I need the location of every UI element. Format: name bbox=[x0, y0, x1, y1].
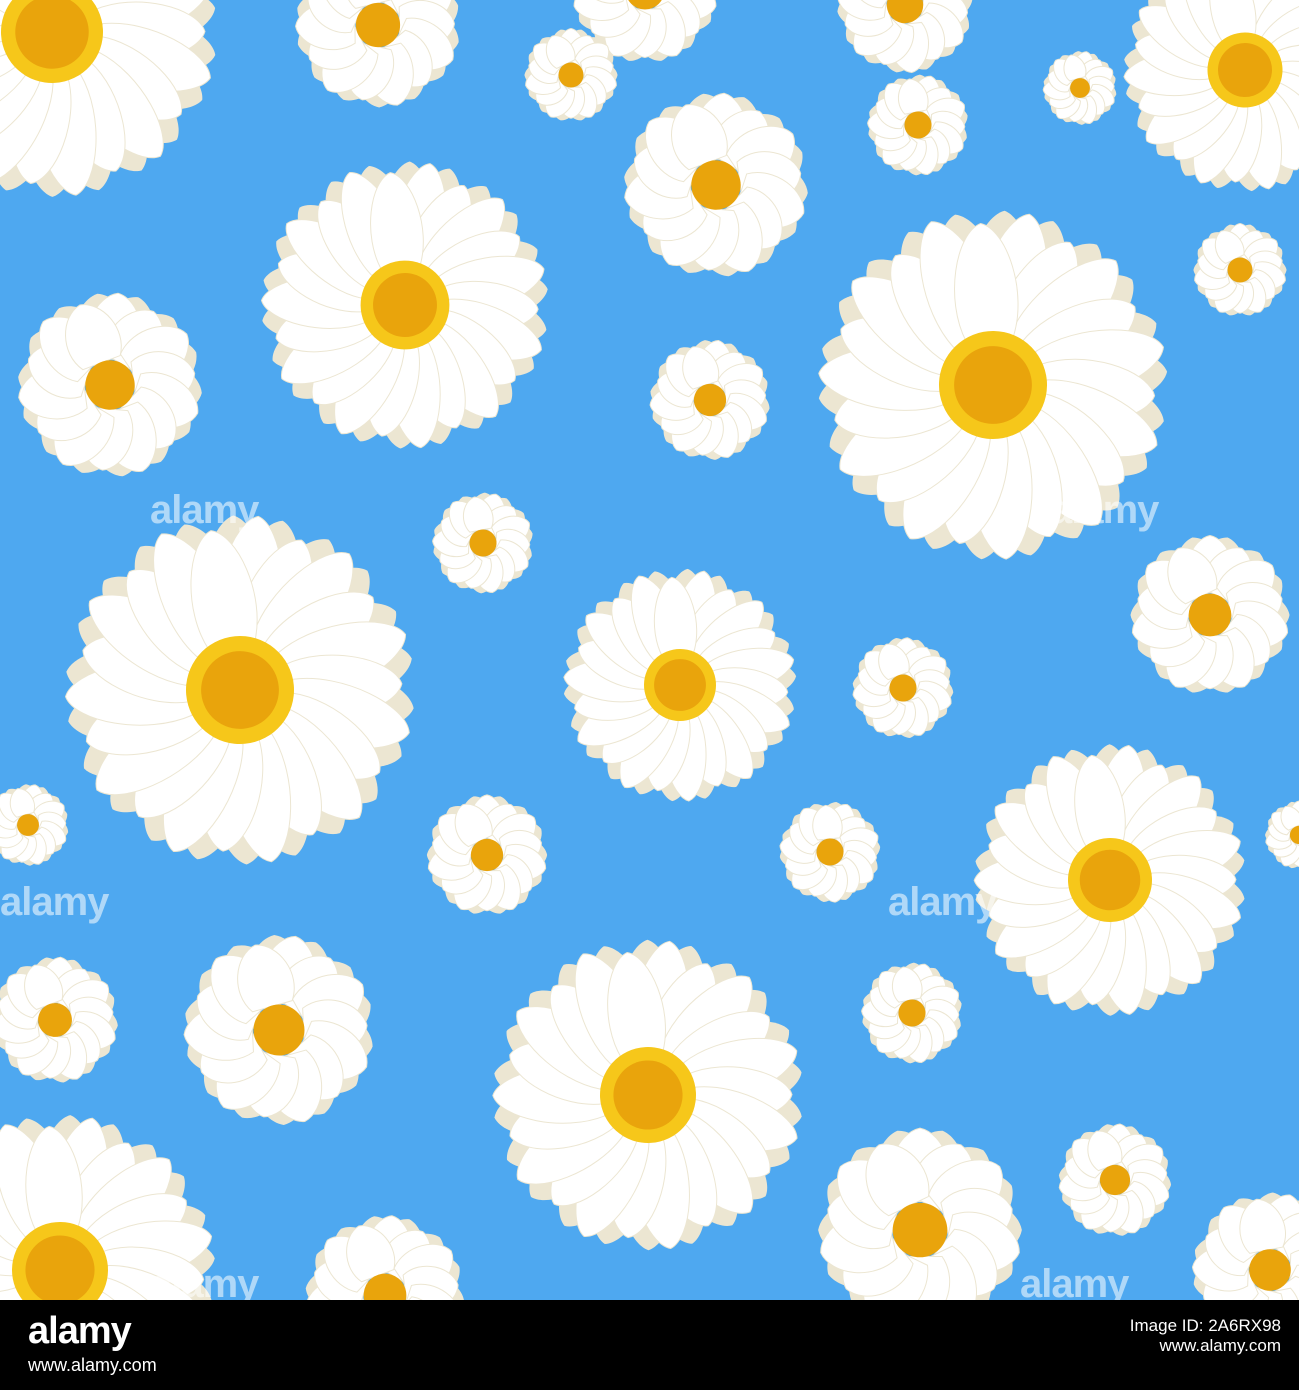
watermark: alamy bbox=[150, 488, 259, 532]
footer-website-right: www.alamy.com bbox=[1159, 1336, 1281, 1355]
footer-image-info: Image ID: 2A6RX98 www.alamy.com bbox=[1130, 1316, 1281, 1356]
footer-website: www.alamy.com bbox=[28, 1355, 157, 1375]
alamy-logo: alamy bbox=[28, 1311, 133, 1351]
watermark: alamy bbox=[1020, 1262, 1129, 1300]
daisy-pattern-svg bbox=[0, 0, 1299, 1300]
watermark: alamy bbox=[150, 1262, 259, 1300]
flower-center bbox=[559, 63, 583, 87]
flower-center bbox=[472, 840, 502, 870]
footer-bar bbox=[0, 1300, 1299, 1390]
flower-center bbox=[1190, 595, 1230, 635]
watermark: alamy bbox=[1050, 488, 1159, 532]
svg-text:alamy: alamy bbox=[28, 1311, 132, 1351]
watermark: alamy bbox=[888, 880, 997, 924]
daisy-pattern-image: alamy alamy alamy alamy alamy alamy bbox=[0, 0, 1299, 1300]
flower-center bbox=[895, 1205, 945, 1255]
flower-center bbox=[1228, 258, 1252, 282]
watermark: alamy bbox=[0, 880, 109, 924]
image-id-label: Image ID: 2A6RX98 bbox=[1129, 1316, 1281, 1335]
